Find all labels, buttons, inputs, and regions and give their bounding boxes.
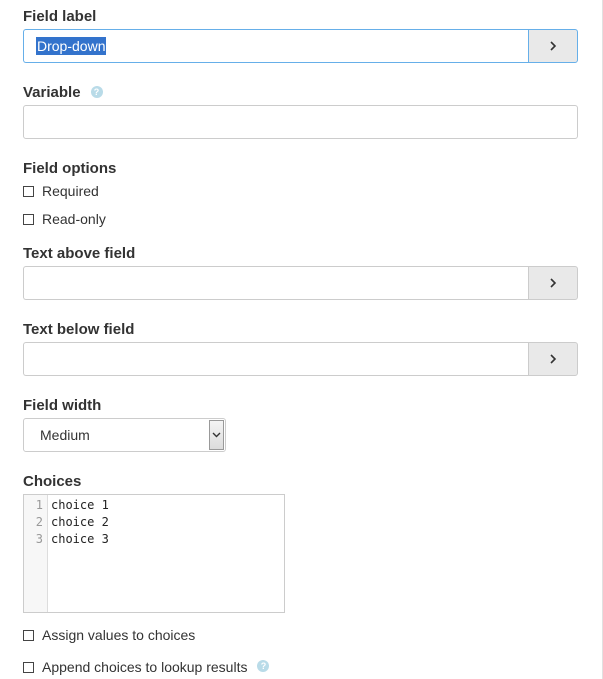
- choices-lines[interactable]: choice 1 choice 2 choice 3: [48, 495, 109, 612]
- variable-heading: Variable?: [23, 84, 103, 101]
- required-label: Required: [42, 183, 99, 199]
- required-checkbox[interactable]: [23, 185, 34, 197]
- chevron-down-icon[interactable]: [209, 420, 224, 450]
- text-above-field-input[interactable]: [23, 266, 528, 300]
- assign-values-option[interactable]: Assign values to choices: [23, 627, 195, 643]
- question-circle-icon[interactable]: ?: [257, 660, 270, 672]
- read-only-label: Read-only: [42, 211, 106, 227]
- choice-line: choice 1: [51, 498, 109, 512]
- line-number: 2: [35, 515, 43, 529]
- field-width-select[interactable]: Medium: [23, 418, 226, 452]
- read-only-checkbox[interactable]: [23, 213, 34, 225]
- chevron-right-icon: [550, 354, 557, 364]
- chevron-right-icon: [550, 41, 557, 51]
- read-only-option[interactable]: Read-only: [23, 211, 106, 227]
- assign-values-checkbox[interactable]: [23, 629, 34, 641]
- field-label-group: Drop-down: [23, 29, 578, 63]
- field-label-heading: Field label: [23, 8, 97, 25]
- variable-label: Variable: [23, 84, 81, 101]
- required-option[interactable]: Required: [23, 183, 99, 199]
- chevron-right-icon: [550, 278, 557, 288]
- field-properties-panel: Field label Drop-down Variable? Field op…: [0, 0, 603, 679]
- text-above-field-group: [23, 266, 578, 300]
- field-label-expand-button[interactable]: [528, 29, 578, 63]
- field-options-heading: Field options: [23, 160, 117, 177]
- choices-heading: Choices: [23, 473, 82, 490]
- field-label-value: Drop-down: [36, 37, 107, 55]
- text-below-field-expand-button[interactable]: [528, 342, 578, 376]
- append-choices-checkbox[interactable]: [23, 661, 34, 673]
- choices-editor[interactable]: 1 2 3 choice 1 choice 2 choice 3: [23, 494, 285, 613]
- text-below-field-group: [23, 342, 578, 376]
- text-below-field-input[interactable]: [23, 342, 528, 376]
- line-number: 1: [35, 498, 43, 512]
- choice-line: choice 3: [51, 532, 109, 546]
- choice-line: choice 2: [51, 515, 109, 529]
- field-label-input[interactable]: Drop-down: [23, 29, 528, 63]
- text-above-field-expand-button[interactable]: [528, 266, 578, 300]
- append-choices-label: Append choices to lookup results: [42, 659, 248, 675]
- question-circle-icon[interactable]: ?: [90, 86, 103, 99]
- variable-input[interactable]: [23, 105, 578, 139]
- field-width-selected-value: Medium: [40, 427, 90, 443]
- assign-values-label: Assign values to choices: [42, 627, 196, 643]
- line-number: 3: [35, 532, 43, 546]
- line-number-gutter: 1 2 3: [24, 495, 48, 612]
- field-width-heading: Field width: [23, 397, 102, 414]
- append-choices-option[interactable]: Append choices to lookup results ?: [23, 659, 270, 675]
- text-above-field-heading: Text above field: [23, 245, 136, 262]
- text-below-field-heading: Text below field: [23, 321, 135, 338]
